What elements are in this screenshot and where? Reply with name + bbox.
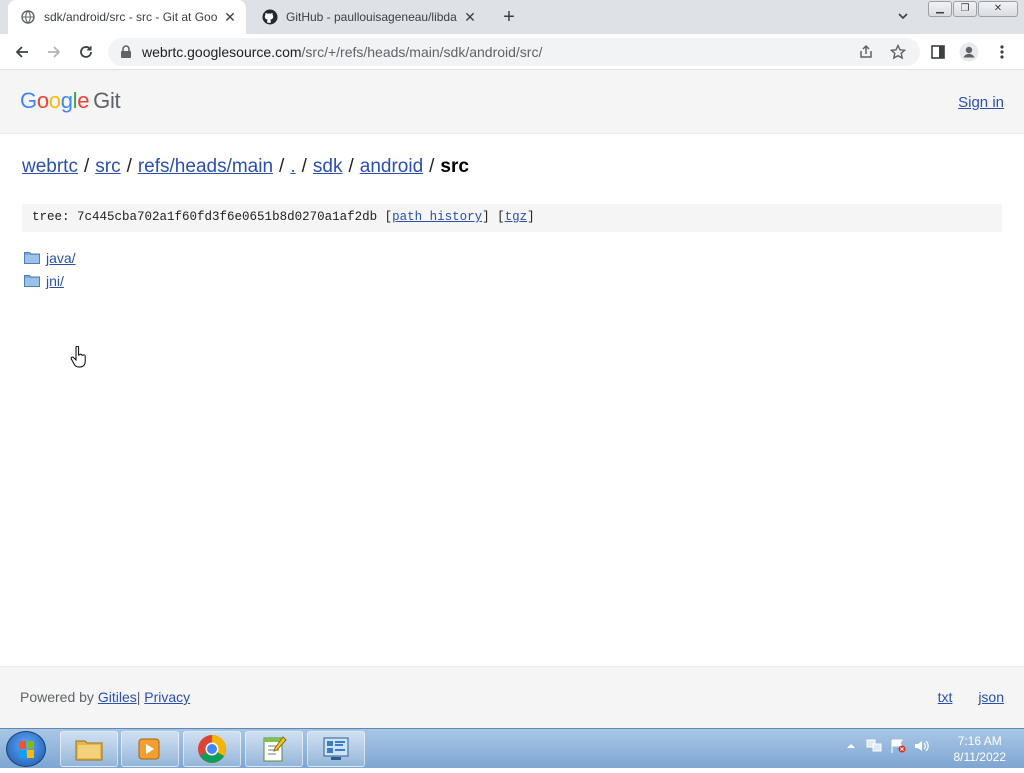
notepad-taskbar-button[interactable] xyxy=(245,731,303,767)
page-footer: Powered by Gitiles| Privacy txt json xyxy=(0,666,1024,728)
side-panel-icon[interactable] xyxy=(928,42,948,62)
url-text: webrtc.googlesource.com/src/+/refs/heads… xyxy=(142,44,542,60)
menu-icon[interactable] xyxy=(992,42,1012,62)
github-icon xyxy=(262,9,278,25)
breadcrumb-webrtc[interactable]: webrtc xyxy=(22,156,78,177)
share-icon[interactable] xyxy=(858,44,874,60)
breadcrumb-sdk[interactable]: sdk xyxy=(313,156,343,177)
reload-button[interactable] xyxy=(74,40,98,64)
powered-by-text: Powered by xyxy=(20,689,94,705)
taskbar: 7:16 AM 8/11/2022 xyxy=(0,728,1024,768)
tab-title: sdk/android/src - src - Git at Goo xyxy=(44,10,218,24)
list-item: java/ xyxy=(24,246,76,269)
back-button[interactable] xyxy=(10,40,34,64)
google-git-logo[interactable]: Google Git xyxy=(20,88,121,114)
close-window-button[interactable]: ✕ xyxy=(978,1,1018,17)
file-explorer-taskbar-button[interactable] xyxy=(60,731,118,767)
gitiles-link[interactable]: Gitiles xyxy=(98,689,137,705)
txt-link[interactable]: txt xyxy=(938,689,953,705)
clock-time: 7:16 AM xyxy=(957,734,1002,748)
logo-suffix: Git xyxy=(93,88,121,113)
chrome-taskbar-button[interactable] xyxy=(183,731,241,767)
breadcrumb-ref[interactable]: refs/heads/main xyxy=(138,156,273,177)
bookmark-star-icon[interactable] xyxy=(889,43,907,60)
path-history-link[interactable]: path history xyxy=(392,210,482,224)
tab-strip: sdk/android/src - src - Git at Goo ✕ Git… xyxy=(0,0,1024,34)
chevron-down-icon[interactable] xyxy=(896,9,912,25)
tree-label: tree: xyxy=(32,210,70,224)
close-icon[interactable]: ✕ xyxy=(222,9,238,25)
network-icon[interactable] xyxy=(866,739,882,753)
media-player-taskbar-button[interactable] xyxy=(121,731,179,767)
privacy-link[interactable]: Privacy xyxy=(144,689,190,705)
json-link[interactable]: json xyxy=(978,689,1004,705)
address-bar[interactable]: webrtc.googlesource.com/src/+/refs/heads… xyxy=(108,38,920,66)
folder-icon xyxy=(24,251,40,264)
breadcrumb-current: src xyxy=(440,156,469,177)
tab-title: GitHub - paullouisageneau/libda xyxy=(286,10,457,24)
tree-hash: 7c445cba702a1f60fd3f6e0651b8d0270a1af2db xyxy=(77,210,378,224)
start-button[interactable] xyxy=(6,731,46,767)
breadcrumb-root[interactable]: . xyxy=(290,156,295,177)
folder-link-jni[interactable]: jni/ xyxy=(46,273,64,289)
forward-button[interactable] xyxy=(42,40,66,64)
volume-icon[interactable] xyxy=(914,739,929,753)
lock-icon[interactable] xyxy=(120,45,134,59)
new-tab-button[interactable]: + xyxy=(498,6,520,28)
file-list: java/ jni/ xyxy=(24,246,76,292)
sign-in-link[interactable]: Sign in xyxy=(958,94,1004,111)
control-panel-taskbar-button[interactable] xyxy=(307,731,365,767)
minimize-button[interactable]: ▁ xyxy=(928,1,952,17)
globe-icon xyxy=(20,9,36,25)
system-clock[interactable]: 7:16 AM 8/11/2022 xyxy=(954,733,1007,765)
restore-button[interactable]: ❐ xyxy=(953,1,977,17)
tree-info: tree: 7c445cba702a1f60fd3f6e0651b8d0270a… xyxy=(22,204,1002,232)
tab-github[interactable]: GitHub - paullouisageneau/libda ✕ xyxy=(250,0,486,34)
breadcrumb: webrtc / src / refs/heads/main /. / sdk / android… xyxy=(22,156,469,177)
url-path: /src/+/refs/heads/main/sdk/android/src/ xyxy=(301,44,543,60)
tab-gitiles[interactable]: sdk/android/src - src - Git at Goo ✕ xyxy=(8,0,246,34)
profile-avatar-icon[interactable] xyxy=(959,42,979,62)
tgz-link[interactable]: tgz xyxy=(505,210,528,224)
browser-toolbar: webrtc.googlesource.com/src/+/refs/heads… xyxy=(0,34,1024,70)
url-host: webrtc.googlesource.com xyxy=(142,44,302,60)
breadcrumb-src[interactable]: src xyxy=(95,156,120,177)
action-center-flag-icon[interactable] xyxy=(890,739,906,753)
clock-date: 8/11/2022 xyxy=(953,750,1007,764)
folder-link-java[interactable]: java/ xyxy=(46,250,76,266)
close-icon[interactable]: ✕ xyxy=(462,9,478,25)
hand-cursor-icon xyxy=(70,345,88,368)
folder-icon xyxy=(24,274,40,287)
site-header: Google Git Sign in xyxy=(0,70,1024,134)
show-hidden-icons-icon[interactable] xyxy=(846,739,860,753)
breadcrumb-android[interactable]: android xyxy=(360,156,423,177)
list-item: jni/ xyxy=(24,269,76,292)
